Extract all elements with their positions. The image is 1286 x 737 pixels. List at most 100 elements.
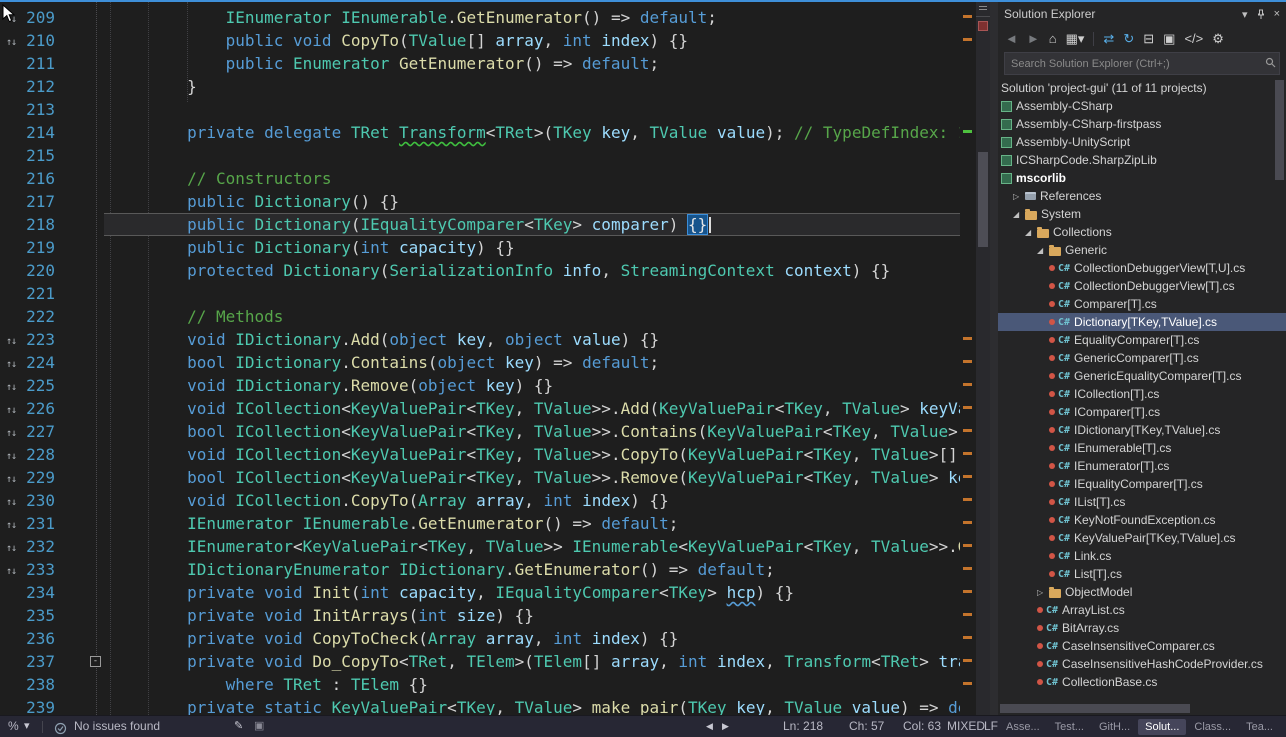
close-icon[interactable]: × [1274,8,1280,20]
tree-item[interactable]: C#KeyValuePair[TKey,TValue].cs [998,529,1286,547]
tree-item[interactable]: ▷ObjectModel [998,583,1286,601]
tree-item[interactable]: C#IEnumerator[T].cs [998,457,1286,475]
switch-views-icon[interactable]: ▦▾ [1066,26,1085,51]
fold-collapse-box[interactable]: - [90,656,101,667]
tree-item[interactable]: C#IEnumerable[T].cs [998,439,1286,457]
glyph-cell[interactable] [0,673,22,696]
code-line[interactable] [104,282,960,305]
line-number[interactable]: 226 [22,397,64,420]
glyph-cell[interactable]: ↑↓ [0,397,22,420]
tree-item[interactable]: C#GenericEqualityComparer[T].cs [998,367,1286,385]
line-number[interactable]: 214 [22,121,64,144]
code-line[interactable]: bool ICollection<KeyValuePair<TKey, TVal… [104,420,960,443]
tree-item[interactable]: Assembly-CSharp-firstpass [998,115,1286,133]
glyph-cell[interactable] [0,236,22,259]
code-line[interactable]: // Methods [104,305,960,328]
code-line[interactable] [104,98,960,121]
code-line[interactable]: IEnumerator<KeyValuePair<TKey, TValue>> … [104,535,960,558]
glyph-cell[interactable]: ↑↓ [0,558,22,581]
pencil-icon[interactable]: ✎ [234,716,243,737]
line-number[interactable]: 235 [22,604,64,627]
scroll-left-icon[interactable]: ◀ [706,716,713,737]
tree-item[interactable]: Solution 'project-gui' (11 of 11 project… [998,79,1286,97]
panel-splitter[interactable] [990,2,998,715]
tree-item[interactable]: C#EqualityComparer[T].cs [998,331,1286,349]
tree-item[interactable]: C#Link.cs [998,547,1286,565]
scroll-right-icon[interactable]: ▶ [722,716,729,737]
code-line[interactable]: public Dictionary(int capacity) {} [104,236,960,259]
issues-status-text[interactable]: No issues found [74,716,160,737]
glyph-cell[interactable]: ↑↓ [0,351,22,374]
code-line[interactable]: } [104,75,960,98]
line-numbers[interactable]: 2092102112122132142152162172182192202212… [22,2,64,715]
code-line[interactable]: void IDictionary.Add(object key, object … [104,328,960,351]
line-number[interactable]: 211 [22,52,64,75]
line-number[interactable]: 232 [22,535,64,558]
line-number[interactable]: 220 [22,259,64,282]
code-line[interactable]: private static KeyValuePair<TKey, TValue… [104,696,960,715]
view-code-icon[interactable]: </> [1184,26,1203,51]
tree-item[interactable]: C#GenericComparer[T].cs [998,349,1286,367]
glyph-cell[interactable] [0,75,22,98]
line-number[interactable]: 217 [22,190,64,213]
line-number[interactable]: 229 [22,466,64,489]
line-number[interactable]: 227 [22,420,64,443]
tree-item[interactable]: C#CaseInsensitiveHashCodeProvider.cs [998,655,1286,673]
tree-item[interactable]: ICSharpCode.SharpZipLib [998,151,1286,169]
tree-expanded-arrow-icon[interactable]: ◢ [1037,246,1049,255]
code-line[interactable]: void ICollection.CopyTo(Array array, int… [104,489,960,512]
line-number[interactable]: 212 [22,75,64,98]
glyph-cell[interactable]: ↑↓ [0,29,22,52]
sync-with-active-document-icon[interactable]: ⇄ [1103,26,1114,51]
explorer-hscroll-thumb[interactable] [1000,704,1190,713]
glyph-margin[interactable]: ↑↓↑↓↑↓↑↓↑↓↑↓↑↓↑↓↑↓↑↓↑↓↑↓↑↓ [0,2,22,715]
code-line[interactable]: IDictionaryEnumerator IDictionary.GetEnu… [104,558,960,581]
line-number[interactable]: 228 [22,443,64,466]
tree-item[interactable]: C#IComparer[T].cs [998,403,1286,421]
code-line[interactable]: void ICollection<KeyValuePair<TKey, TVal… [104,397,960,420]
line-number[interactable]: 239 [22,696,64,715]
code-line[interactable]: public void CopyTo(TValue[] array, int i… [104,29,960,52]
code-line[interactable]: private void InitArrays(int size) {} [104,604,960,627]
tree-item[interactable]: C#CollectionBase.cs [998,673,1286,691]
glyph-cell[interactable] [0,696,22,715]
code-line[interactable] [104,144,960,167]
tree-item[interactable]: C#ArrayList.cs [998,601,1286,619]
tool-window-tab[interactable]: Test... [1048,719,1091,735]
tree-item[interactable]: C#KeyNotFoundException.cs [998,511,1286,529]
tree-item[interactable]: C#BitArray.cs [998,619,1286,637]
refresh-icon[interactable]: ↻ [1123,26,1134,51]
glyph-cell[interactable]: ↑↓ [0,374,22,397]
split-editor-handle[interactable] [976,2,990,17]
line-number[interactable]: 236 [22,627,64,650]
glyph-cell[interactable] [0,581,22,604]
tree-item[interactable]: C#List[T].cs [998,565,1286,583]
glyph-cell[interactable]: ↑↓ [0,466,22,489]
line-number[interactable]: 222 [22,305,64,328]
scrollbar-thumb[interactable] [978,152,988,247]
glyph-cell[interactable] [0,282,22,305]
glyph-cell[interactable] [0,190,22,213]
outline-margin[interactable]: - [64,2,104,715]
code-line[interactable]: public Enumerator GetEnumerator() => def… [104,52,960,75]
code-line[interactable]: protected Dictionary(SerializationInfo i… [104,259,960,282]
tree-item[interactable]: C#CaseInsensitiveComparer.cs [998,637,1286,655]
line-number[interactable]: 213 [22,98,64,121]
no-issues-icon[interactable] [54,721,67,737]
tool-window-tab[interactable]: Solut... [1138,719,1186,735]
search-box[interactable] [1004,52,1280,75]
solution-explorer-titlebar[interactable]: Solution Explorer ▾ × [998,2,1286,26]
tree-item[interactable]: C#IEqualityComparer[T].cs [998,475,1286,493]
code-line[interactable]: IEnumerator IEnumerable.GetEnumerator() … [104,6,960,29]
line-number[interactable]: 216 [22,167,64,190]
home-icon[interactable]: ⌂ [1049,26,1057,51]
glyph-cell[interactable] [0,121,22,144]
code-line[interactable]: bool IDictionary.Contains(object key) =>… [104,351,960,374]
solution-tree[interactable]: Solution 'project-gui' (11 of 11 project… [998,77,1286,715]
properties-icon[interactable]: ⚙ [1212,26,1224,51]
code-line[interactable]: void IDictionary.Remove(object key) {} [104,374,960,397]
line-number[interactable]: 219 [22,236,64,259]
zoom-control[interactable]: % [8,716,19,737]
glyph-cell[interactable] [0,167,22,190]
selection-mode-icon[interactable]: ▣ [254,716,264,737]
